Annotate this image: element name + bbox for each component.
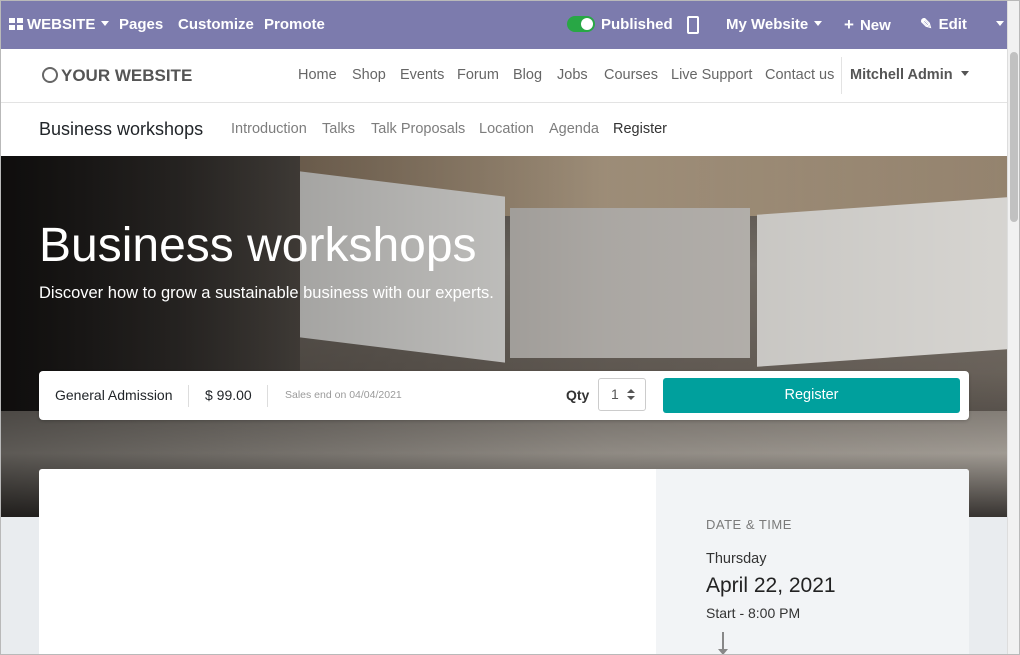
page-scrollbar[interactable] — [1007, 0, 1020, 655]
nav-courses[interactable]: Courses — [604, 49, 658, 102]
promote-menu[interactable]: Promote — [264, 0, 325, 49]
event-tab-introduction[interactable]: Introduction — [231, 103, 307, 156]
pages-menu[interactable]: Pages — [119, 0, 163, 49]
customize-menu[interactable]: Customize — [178, 0, 254, 49]
site-logo-text: YOUR WEBSITE — [61, 66, 193, 85]
select-arrows-icon — [627, 389, 635, 401]
nav-blog[interactable]: Blog — [513, 49, 542, 102]
event-tab-agenda[interactable]: Agenda — [549, 103, 599, 156]
divider — [188, 385, 189, 407]
date-time-heading: DATE & TIME — [706, 517, 792, 532]
event-tab-register[interactable]: Register — [613, 103, 667, 156]
event-nav-title[interactable]: Business workshops — [39, 103, 203, 156]
qty-value: 1 — [611, 386, 619, 402]
mobile-preview-icon[interactable] — [687, 16, 699, 34]
app-menu-label: WEBSITE — [27, 16, 96, 33]
website-selector-label: My Website — [726, 16, 809, 33]
event-subtitle: Discover how to grow a sustainable busin… — [39, 284, 494, 302]
event-content-card: DATE & TIME Thursday April 22, 2021 Star… — [39, 469, 969, 655]
ticket-price: $ 99.00 — [205, 387, 252, 403]
apps-grid-icon — [9, 18, 23, 31]
app-menu-button[interactable]: WEBSITE — [9, 0, 110, 49]
event-date: April 22, 2021 — [706, 574, 836, 597]
edit-label: Edit — [938, 16, 967, 33]
ticket-bar: General Admission $ 99.00 Sales end on 0… — [39, 371, 969, 420]
published-label: Published — [601, 16, 673, 33]
qty-label: Qty — [566, 387, 590, 403]
register-button[interactable]: Register — [663, 378, 960, 413]
website-selector[interactable]: My Website — [726, 0, 823, 49]
event-subnav: Business workshops Introduction Talks Ta… — [0, 103, 1008, 156]
divider — [267, 385, 268, 407]
nav-divider — [841, 57, 842, 94]
new-button[interactable]: + New — [844, 0, 891, 49]
admin-bar: WEBSITE Pages Customize Promote Publishe… — [0, 0, 1008, 49]
edit-button[interactable]: ✎ Edit — [920, 0, 967, 49]
event-tab-location[interactable]: Location — [479, 103, 534, 156]
nav-forum[interactable]: Forum — [457, 49, 499, 102]
event-sidebar: DATE & TIME Thursday April 22, 2021 Star… — [656, 469, 969, 655]
nav-live-support[interactable]: Live Support — [671, 49, 752, 102]
scrollbar-thumb[interactable] — [1010, 52, 1018, 222]
site-header: YOUR WEBSITE Home Shop Events Forum Blog… — [0, 49, 1008, 103]
nav-contact-us[interactable]: Contact us — [765, 49, 834, 102]
nav-shop[interactable]: Shop — [352, 49, 386, 102]
site-logo[interactable]: YOUR WEBSITE — [42, 49, 192, 102]
published-toggle[interactable] — [567, 16, 595, 32]
new-label: New — [859, 17, 891, 34]
nav-jobs[interactable]: Jobs — [557, 49, 588, 102]
event-start-time: Start - 8:00 PM — [706, 605, 801, 621]
event-tab-talk-proposals[interactable]: Talk Proposals — [371, 103, 465, 156]
user-name: Mitchell Admin — [850, 67, 953, 83]
nav-home[interactable]: Home — [298, 49, 337, 102]
sales-end-text: Sales end on 04/04/2021 — [285, 389, 402, 401]
ticket-name: General Admission — [55, 387, 173, 403]
pencil-icon: ✎ — [920, 16, 933, 33]
qty-select[interactable]: 1 — [598, 378, 646, 411]
event-day: Thursday — [706, 551, 767, 567]
chevron-down-icon — [814, 20, 823, 26]
plus-icon: + — [844, 15, 854, 34]
globe-icon — [42, 66, 58, 83]
chevron-down-icon — [996, 20, 1004, 26]
more-dropdown-button[interactable] — [990, 0, 1004, 49]
nav-events[interactable]: Events — [400, 49, 444, 102]
toggle-knob — [581, 18, 593, 30]
user-menu[interactable]: Mitchell Admin — [850, 49, 969, 102]
chevron-down-icon — [960, 70, 969, 76]
chevron-down-icon — [101, 20, 110, 26]
event-hero-banner: Business workshops Discover how to grow … — [0, 156, 1008, 517]
event-tab-talks[interactable]: Talks — [322, 103, 355, 156]
event-title: Business workshops — [39, 219, 477, 272]
